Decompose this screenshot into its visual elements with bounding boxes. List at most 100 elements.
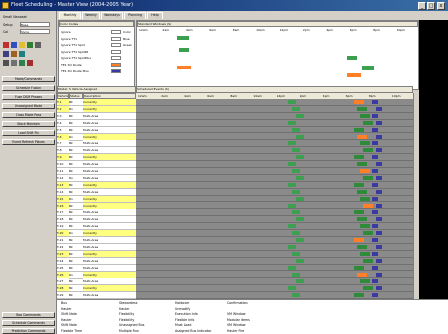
event-block[interactable] xyxy=(372,196,378,201)
event-block[interactable] xyxy=(360,224,370,229)
event-block[interactable] xyxy=(357,134,367,139)
color-swatch[interactable] xyxy=(111,43,121,47)
event-block[interactable] xyxy=(354,182,364,187)
event-block[interactable] xyxy=(292,169,300,173)
tab-workdays[interactable]: Workdays xyxy=(101,12,123,19)
event-block[interactable] xyxy=(376,134,382,139)
event-block[interactable] xyxy=(376,272,382,277)
event-block[interactable] xyxy=(288,244,296,249)
event-block[interactable] xyxy=(362,66,374,70)
tab-planning[interactable]: Planning xyxy=(124,12,146,19)
event-block[interactable] xyxy=(376,148,382,153)
event-block[interactable] xyxy=(296,279,304,284)
event-block[interactable] xyxy=(354,265,364,270)
event-block[interactable] xyxy=(360,113,370,118)
color-swatch[interactable] xyxy=(111,36,121,41)
event-block[interactable] xyxy=(292,148,300,153)
event-block[interactable] xyxy=(376,217,382,222)
schedule-fusion-button[interactable]: Schedule Fusion xyxy=(2,85,55,91)
tab-weekly[interactable]: Weekly xyxy=(82,12,100,19)
event-block[interactable] xyxy=(376,244,382,249)
schedule-commands-button[interactable]: Schedule Commands xyxy=(2,320,55,326)
print-icon[interactable] xyxy=(3,60,9,66)
event-block[interactable] xyxy=(296,238,304,242)
event-block[interactable] xyxy=(376,162,382,167)
event-block[interactable] xyxy=(372,169,378,173)
event-block[interactable] xyxy=(363,148,373,153)
event-block[interactable] xyxy=(288,182,296,187)
event-block[interactable] xyxy=(376,175,382,180)
event-refresh-button[interactable]: Event Refresh Places xyxy=(2,139,55,145)
event-block[interactable] xyxy=(354,100,364,104)
event-block[interactable] xyxy=(357,162,367,167)
event-block[interactable] xyxy=(357,217,367,222)
event-block[interactable] xyxy=(372,293,378,298)
event-block[interactable] xyxy=(347,73,361,77)
event-block[interactable] xyxy=(354,293,364,298)
color-swatch[interactable] xyxy=(111,49,121,54)
truck-icon[interactable] xyxy=(3,42,9,48)
event-block[interactable] xyxy=(296,258,304,263)
fuse-dsm-button[interactable]: Fuse DSM Phases xyxy=(2,94,55,100)
event-block[interactable] xyxy=(292,293,300,298)
event-block[interactable] xyxy=(363,175,373,180)
event-block[interactable] xyxy=(372,113,378,118)
event-block[interactable] xyxy=(179,48,189,52)
event-block[interactable] xyxy=(292,127,300,132)
box-commands-button[interactable]: Box Commands xyxy=(2,312,55,318)
event-block[interactable] xyxy=(360,141,370,146)
prediction-commands-button[interactable]: Prediction Commands xyxy=(2,328,55,334)
event-block[interactable] xyxy=(354,238,364,242)
event-block[interactable] xyxy=(288,100,296,104)
event-block[interactable] xyxy=(354,210,364,215)
event-block[interactable] xyxy=(292,189,300,194)
map-icon[interactable] xyxy=(19,51,25,57)
clock-icon[interactable] xyxy=(11,51,17,57)
unassigned-mode-button[interactable]: Unassigned Mode xyxy=(2,103,55,109)
user-icon[interactable] xyxy=(11,42,17,48)
event-block[interactable] xyxy=(363,203,373,208)
event-block[interactable] xyxy=(292,251,300,256)
class-mode-pass-button[interactable]: Class Mode Pass xyxy=(2,112,55,118)
event-block[interactable] xyxy=(288,141,296,146)
event-block[interactable] xyxy=(296,155,304,160)
event-block[interactable] xyxy=(296,175,304,180)
stock-maintain-button[interactable]: Stock Maintain xyxy=(2,121,55,127)
event-block[interactable] xyxy=(288,286,296,291)
event-block[interactable] xyxy=(360,169,370,173)
event-block[interactable] xyxy=(376,203,382,208)
event-block[interactable] xyxy=(363,231,373,236)
event-block[interactable] xyxy=(288,162,296,167)
event-block[interactable] xyxy=(363,286,373,291)
event-block[interactable] xyxy=(357,106,367,111)
color-swatch[interactable] xyxy=(111,69,121,73)
delete-icon[interactable] xyxy=(27,60,33,66)
event-block[interactable] xyxy=(372,100,378,104)
event-block[interactable] xyxy=(372,210,378,215)
lock-icon[interactable] xyxy=(11,60,17,66)
event-block[interactable] xyxy=(372,141,378,146)
event-block[interactable] xyxy=(288,224,296,229)
event-block[interactable] xyxy=(357,244,367,249)
event-block[interactable] xyxy=(292,231,300,236)
event-block[interactable] xyxy=(347,56,357,60)
event-block[interactable] xyxy=(376,189,382,194)
grid-icon[interactable] xyxy=(27,42,33,48)
setup-field[interactable]: Base xyxy=(20,22,50,27)
event-block[interactable] xyxy=(292,272,300,277)
event-block[interactable] xyxy=(288,265,296,270)
tab-help[interactable]: Help xyxy=(147,12,163,19)
event-block[interactable] xyxy=(372,127,378,132)
vertical-scrollbar[interactable] xyxy=(413,93,419,299)
event-block[interactable] xyxy=(357,272,367,277)
event-block[interactable] xyxy=(288,120,296,125)
route-icon[interactable] xyxy=(3,51,9,57)
col-field[interactable]: Slyce xyxy=(20,29,50,34)
event-block[interactable] xyxy=(363,258,373,263)
folder-icon[interactable] xyxy=(19,42,25,48)
event-block[interactable] xyxy=(372,279,378,284)
event-block[interactable] xyxy=(296,113,304,118)
settings-icon[interactable] xyxy=(35,42,41,48)
refresh-icon[interactable] xyxy=(19,60,25,66)
event-block[interactable] xyxy=(376,258,382,263)
